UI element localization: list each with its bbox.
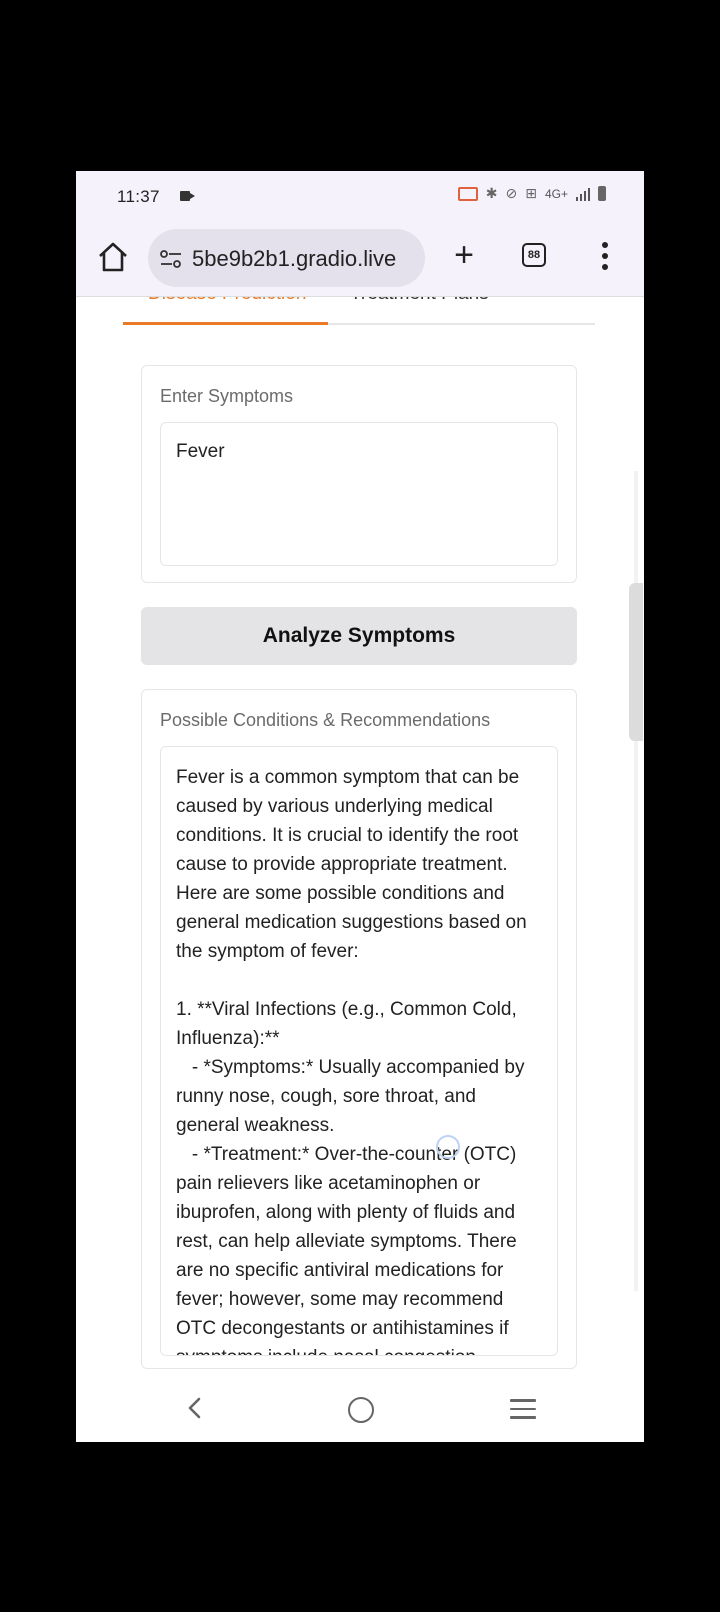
battery-icon — [598, 186, 606, 201]
status-icons: ✱ ⊘ ⊞ 4G+ — [457, 185, 606, 202]
new-tab-button[interactable]: + — [447, 238, 481, 273]
phone-screen: 11:37 ✱ ⊘ ⊞ 4G+ 5be9b2b1.gradio.live + 8… — [76, 171, 644, 1442]
touch-indicator — [436, 1135, 460, 1159]
recents-icon[interactable] — [510, 1399, 536, 1425]
output-label: Possible Conditions & Recommendations — [160, 710, 491, 730]
network-type: 4G+ — [544, 186, 568, 201]
symptoms-label: Enter Symptoms — [160, 386, 294, 406]
more-menu-icon[interactable] — [602, 242, 610, 270]
symptoms-input[interactable]: Fever — [160, 422, 558, 566]
mute-icon: ⊘ — [505, 185, 518, 201]
cast-icon — [457, 186, 478, 201]
tab-disease-prediction[interactable]: Disease Prediction — [148, 297, 306, 305]
tab-treatment-plans[interactable]: Treatment Plans — [350, 297, 489, 305]
analyze-symptoms-button[interactable]: Analyze Symptoms — [141, 607, 577, 665]
symptoms-value: Fever — [176, 441, 225, 462]
status-time: 11:37 — [117, 187, 160, 206]
page-content: Disease Prediction Treatment Plans Enter… — [76, 297, 644, 1377]
bluetooth-icon: ✱ — [485, 185, 498, 201]
site-settings-icon[interactable] — [160, 250, 182, 268]
address-bar[interactable]: 5be9b2b1.gradio.live — [148, 229, 425, 287]
signal-icon — [576, 187, 590, 201]
system-nav-bar — [76, 1377, 644, 1442]
symptoms-panel: Enter Symptoms Fever — [141, 365, 577, 583]
active-tab-indicator — [123, 322, 328, 325]
scrollbar-thumb[interactable] — [629, 583, 643, 741]
browser-toolbar: 5be9b2b1.gradio.live + 88 — [76, 223, 644, 297]
tab-switcher-button[interactable]: 88 — [522, 243, 546, 267]
status-bar: 11:37 ✱ ⊘ ⊞ 4G+ — [76, 171, 644, 223]
output-text: Fever is a common symptom that can be ca… — [176, 767, 527, 1355]
home-icon[interactable] — [96, 240, 130, 274]
output-panel: Possible Conditions & Recommendations Fe… — [141, 689, 577, 1369]
volte-icon: ⊞ — [525, 185, 537, 201]
output-textbox[interactable]: Fever is a common symptom that can be ca… — [160, 746, 558, 1356]
home-circle-icon[interactable] — [348, 1397, 374, 1423]
video-camera-icon — [180, 191, 195, 201]
back-icon[interactable] — [180, 1393, 210, 1423]
tab-bar: Disease Prediction Treatment Plans — [123, 297, 595, 325]
url-text: 5be9b2b1.gradio.live — [192, 246, 397, 271]
